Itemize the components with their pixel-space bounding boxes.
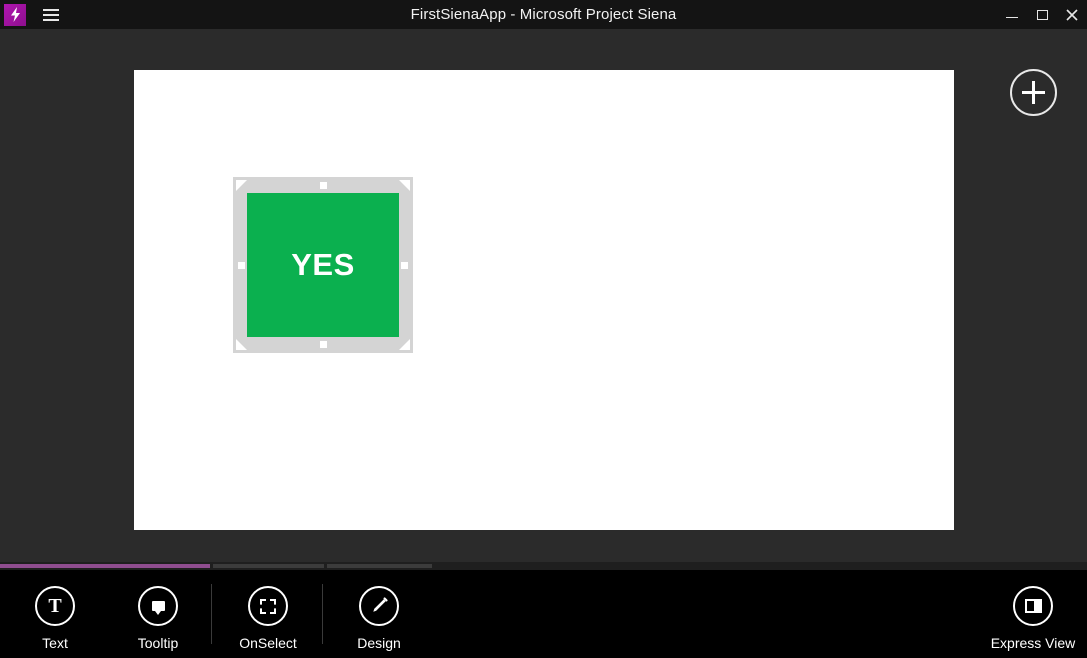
tool-onselect[interactable]: OnSelect	[213, 586, 323, 651]
close-icon	[1066, 8, 1078, 21]
letter-T-glyph: T	[48, 595, 62, 617]
active-tab-segment[interactable]	[0, 564, 210, 568]
property-toolbar: T Text Tooltip OnSelect Design Express V…	[0, 570, 1087, 658]
add-control-button[interactable]	[1010, 69, 1057, 116]
resize-handle-left[interactable]	[238, 261, 245, 269]
express-view-label: Express View	[990, 635, 1076, 651]
dashed-square-icon	[248, 586, 288, 626]
tool-text[interactable]: T Text	[0, 586, 110, 651]
application-window: FirstSienaApp - Microsoft Project Siena	[0, 0, 1087, 658]
toolbar-separator-1	[211, 584, 212, 644]
tool-tooltip-label: Tooltip	[137, 635, 179, 651]
resize-handle-right[interactable]	[401, 261, 408, 269]
resize-handle-top-right[interactable]	[399, 180, 410, 191]
toolbar-separator-2	[322, 584, 323, 644]
yes-button-label: YES	[291, 247, 355, 282]
express-view-button[interactable]: Express View	[978, 586, 1087, 651]
express-view-icon	[1013, 586, 1053, 626]
maximize-icon	[1036, 9, 1048, 20]
plus-icon-vertical	[1032, 81, 1035, 104]
yes-button[interactable]: YES	[247, 193, 399, 337]
tool-design[interactable]: Design	[324, 586, 434, 651]
express-view-glyph	[1024, 599, 1042, 613]
resize-handle-top-left[interactable]	[236, 180, 247, 191]
close-button[interactable]	[1057, 0, 1087, 29]
window-title: FirstSienaApp - Microsoft Project Siena	[410, 6, 677, 23]
resize-handle-bottom-right[interactable]	[399, 339, 410, 350]
tab-segment-3[interactable]	[327, 564, 432, 568]
pencil-icon	[359, 586, 399, 626]
text-T-icon: T	[35, 586, 75, 626]
minimize-icon	[1006, 17, 1018, 18]
app-logo-lightning-bolt-icon	[4, 3, 26, 26]
dashed-square-glyph	[260, 598, 276, 614]
tab-indicator-bar	[0, 562, 1087, 570]
pencil-glyph	[369, 596, 389, 616]
speech-bubble-glyph	[151, 601, 165, 615]
title-bar: FirstSienaApp - Microsoft Project Siena	[0, 0, 1087, 29]
selected-control-frame: YES	[233, 177, 413, 353]
hamburger-menu-icon[interactable]	[36, 0, 66, 29]
tool-text-label: Text	[42, 635, 68, 651]
resize-handle-bottom[interactable]	[319, 341, 327, 348]
tool-onselect-label: OnSelect	[239, 635, 297, 651]
tool-design-label: Design	[357, 635, 401, 651]
minimize-button[interactable]	[997, 0, 1027, 29]
design-workspace: YES	[0, 29, 1087, 562]
maximize-button[interactable]	[1027, 0, 1057, 29]
speech-bubble-icon	[138, 586, 178, 626]
tool-tooltip[interactable]: Tooltip	[103, 586, 213, 651]
window-controls	[997, 0, 1087, 29]
resize-handle-bottom-left[interactable]	[236, 339, 247, 350]
resize-handle-top[interactable]	[319, 182, 327, 189]
tab-segment-2[interactable]	[213, 564, 324, 568]
